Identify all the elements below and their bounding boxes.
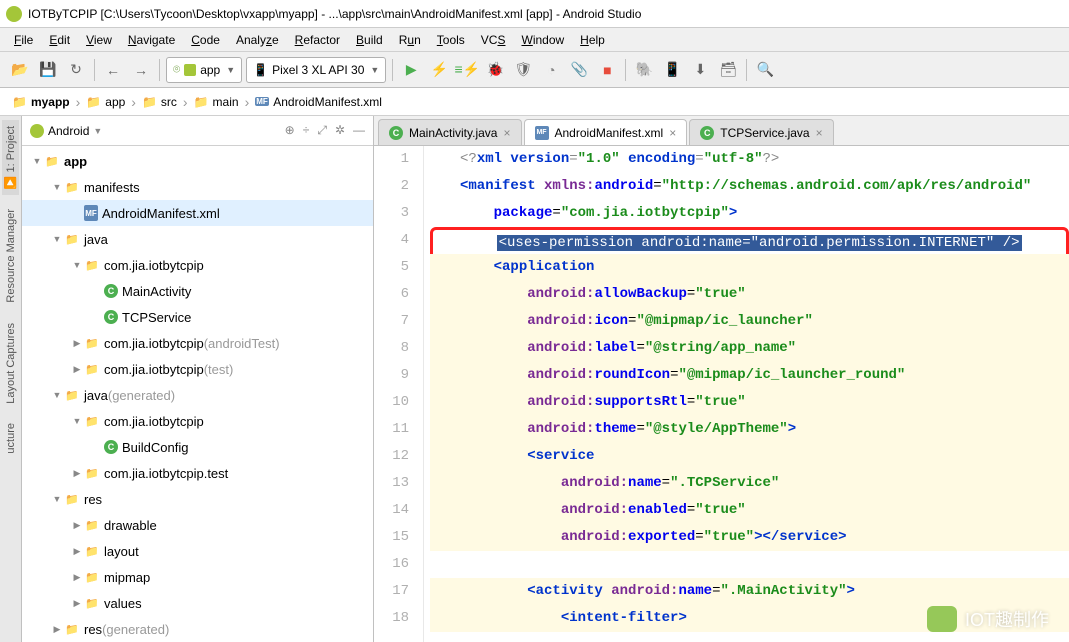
tree-item[interactable]: ▶📁com.jia.iotbytcpip (androidTest) bbox=[22, 330, 373, 356]
breadcrumb-item[interactable]: 📁src bbox=[138, 95, 181, 109]
sidetab-structure[interactable]: ucture bbox=[3, 417, 19, 460]
editor-content[interactable]: <?xml version="1.0" encoding="utf-8"?><m… bbox=[424, 146, 1069, 642]
tree-item[interactable]: CMainActivity bbox=[22, 278, 373, 304]
forward-button[interactable]: → bbox=[129, 58, 153, 82]
window-title: IOTByTCPIP [C:\Users\Tycoon\Desktop\vxap… bbox=[28, 7, 641, 21]
open-button[interactable]: 📂 bbox=[8, 58, 32, 82]
tree-item[interactable]: ▼📁java (generated) bbox=[22, 382, 373, 408]
breadcrumb-item[interactable]: 📁main bbox=[190, 95, 243, 109]
sidetab-layout-captures[interactable]: Layout Captures bbox=[3, 317, 19, 410]
left-sidebar: 🔽 1: Project Resource Manager Layout Cap… bbox=[0, 116, 22, 642]
breadcrumb-item[interactable]: MFAndroidManifest.xml bbox=[251, 95, 386, 109]
menu-analyze[interactable]: Analyze bbox=[228, 31, 287, 49]
tree-item[interactable]: ▶📁layout bbox=[22, 538, 373, 564]
search-everywhere-button[interactable]: 🔍 bbox=[753, 58, 777, 82]
run-config-dropdown[interactable]: ⌾ app ▼ bbox=[166, 57, 242, 83]
main-toolbar: 📂 💾 ↻ ← → ⌾ app ▼ 📱 Pixel 3 XL API 30 ▼ … bbox=[0, 52, 1069, 88]
menu-edit[interactable]: Edit bbox=[41, 31, 78, 49]
navigation-bar: 📁myapp › 📁app › 📁src › 📁main › MFAndroid… bbox=[0, 88, 1069, 116]
tree-item[interactable]: ▶📁values bbox=[22, 590, 373, 616]
title-bar: IOTByTCPIP [C:\Users\Tycoon\Desktop\vxap… bbox=[0, 0, 1069, 28]
chevron-right-icon: › bbox=[76, 94, 81, 110]
menu-view[interactable]: View bbox=[78, 31, 120, 49]
tree-item[interactable]: CBuildConfig bbox=[22, 434, 373, 460]
menu-tools[interactable]: Tools bbox=[429, 31, 473, 49]
tree-item[interactable]: ▶📁com.jia.iotbytcpip (test) bbox=[22, 356, 373, 382]
menu-bar: File Edit View Navigate Code Analyze Ref… bbox=[0, 28, 1069, 52]
sidetab-resource-manager[interactable]: Resource Manager bbox=[3, 203, 19, 309]
app-logo-icon bbox=[6, 6, 22, 22]
close-tab-icon[interactable]: × bbox=[669, 126, 676, 140]
wechat-icon bbox=[927, 606, 957, 632]
project-view-dropdown[interactable]: Android ▼ bbox=[30, 124, 279, 138]
tree-item[interactable]: ▶📁com.jia.iotbytcpip.test bbox=[22, 460, 373, 486]
sync-gradle-button[interactable]: 🐘 bbox=[632, 58, 656, 82]
apply-code-button[interactable]: ≡⚡ bbox=[455, 58, 479, 82]
menu-navigate[interactable]: Navigate bbox=[120, 31, 183, 49]
menu-code[interactable]: Code bbox=[183, 31, 228, 49]
attach-debugger-button[interactable]: 📎 bbox=[567, 58, 591, 82]
expand-all-icon[interactable]: ÷ bbox=[303, 123, 310, 138]
tree-item[interactable]: MFAndroidManifest.xml bbox=[22, 200, 373, 226]
chevron-right-icon: › bbox=[245, 94, 250, 110]
select-opened-file-icon[interactable]: ⊕ bbox=[285, 123, 295, 138]
editor-area: CMainActivity.java×MFAndroidManifest.xml… bbox=[374, 116, 1069, 642]
menu-window[interactable]: Window bbox=[513, 31, 572, 49]
project-panel-header: Android ▼ ⊕ ÷ ⤢ ✲ — bbox=[22, 116, 373, 146]
tree-item[interactable]: ▼📁com.jia.iotbytcpip bbox=[22, 252, 373, 278]
tree-item[interactable]: ▶📁res (generated) bbox=[22, 616, 373, 642]
breadcrumb-item[interactable]: 📁app bbox=[82, 95, 129, 109]
editor-tabs: CMainActivity.java×MFAndroidManifest.xml… bbox=[374, 116, 1069, 146]
tree-item[interactable]: ▼📁manifests bbox=[22, 174, 373, 200]
chevron-right-icon: › bbox=[131, 94, 136, 110]
menu-build[interactable]: Build bbox=[348, 31, 391, 49]
back-button[interactable]: ← bbox=[101, 58, 125, 82]
sidetab-project[interactable]: 🔽 1: Project bbox=[2, 120, 19, 195]
collapse-all-icon[interactable]: ⤢ bbox=[317, 123, 327, 138]
run-button[interactable]: ▶ bbox=[399, 58, 423, 82]
menu-refactor[interactable]: Refactor bbox=[287, 31, 348, 49]
menu-file[interactable]: File bbox=[6, 31, 41, 49]
hide-icon[interactable]: — bbox=[353, 123, 365, 138]
menu-vcs[interactable]: VCS bbox=[473, 31, 514, 49]
breadcrumb-item[interactable]: 📁myapp bbox=[8, 95, 74, 109]
editor-tab[interactable]: CMainActivity.java× bbox=[378, 119, 522, 145]
save-all-button[interactable]: 💾 bbox=[36, 58, 60, 82]
chevron-right-icon: › bbox=[183, 94, 188, 110]
menu-run[interactable]: Run bbox=[391, 31, 429, 49]
editor-tab[interactable]: CTCPService.java× bbox=[689, 119, 833, 145]
sync-button[interactable]: ↻ bbox=[64, 58, 88, 82]
debug-button[interactable]: 🐞 bbox=[483, 58, 507, 82]
tree-item[interactable]: CTCPService bbox=[22, 304, 373, 330]
profile-button[interactable]: ◔ bbox=[539, 58, 563, 82]
project-tree[interactable]: ▼📁app▼📁manifestsMFAndroidManifest.xml▼📁j… bbox=[22, 146, 373, 642]
project-panel: Android ▼ ⊕ ÷ ⤢ ✲ — ▼📁app▼📁manifestsMFAn… bbox=[22, 116, 374, 642]
tree-item[interactable]: ▶📁drawable bbox=[22, 512, 373, 538]
resource-manager-button[interactable]: 🗃 bbox=[716, 58, 740, 82]
tree-item[interactable]: ▼📁res bbox=[22, 486, 373, 512]
stop-button[interactable]: ■ bbox=[595, 58, 619, 82]
settings-icon[interactable]: ✲ bbox=[335, 123, 345, 138]
close-tab-icon[interactable]: × bbox=[816, 126, 823, 140]
avd-manager-button[interactable]: 📱 bbox=[660, 58, 684, 82]
tree-item[interactable]: ▼📁app bbox=[22, 148, 373, 174]
menu-help[interactable]: Help bbox=[572, 31, 613, 49]
editor-tab[interactable]: MFAndroidManifest.xml× bbox=[524, 119, 688, 145]
editor-gutter: 123456789101112131415161718 bbox=[374, 146, 424, 642]
close-tab-icon[interactable]: × bbox=[503, 126, 510, 140]
watermark: IOT趣制作 bbox=[927, 606, 1049, 632]
tree-item[interactable]: ▼📁java bbox=[22, 226, 373, 252]
apply-changes-button[interactable]: ⚡ bbox=[427, 58, 451, 82]
device-dropdown[interactable]: 📱 Pixel 3 XL API 30 ▼ bbox=[246, 57, 386, 83]
sdk-manager-button[interactable]: ⬇ bbox=[688, 58, 712, 82]
tree-item[interactable]: ▶📁mipmap bbox=[22, 564, 373, 590]
coverage-button[interactable]: 🛡 bbox=[511, 58, 535, 82]
tree-item[interactable]: ▼📁com.jia.iotbytcpip bbox=[22, 408, 373, 434]
code-editor[interactable]: 123456789101112131415161718 <?xml versio… bbox=[374, 146, 1069, 642]
